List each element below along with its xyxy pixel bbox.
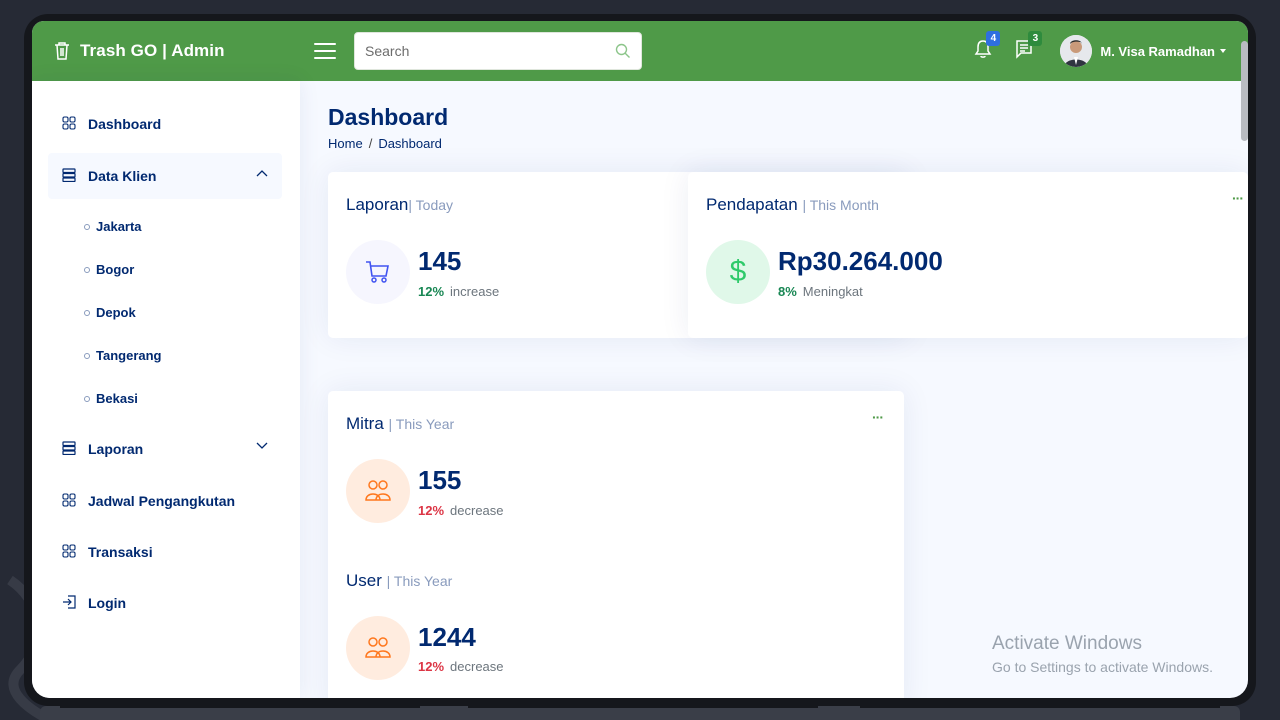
sidebar-item-login[interactable]: Login — [48, 580, 282, 626]
server-icon — [62, 441, 78, 457]
app-screen: Trash GO | Admin 4 3 — [32, 21, 1248, 698]
breadcrumb-current: Dashboard — [378, 136, 442, 151]
profile-name: M. Visa Ramadhan — [1100, 43, 1215, 59]
watermark-subtitle: Go to Settings to activate Windows. — [992, 659, 1213, 675]
bottom-strip — [40, 706, 1240, 720]
user-trend: decrease — [450, 659, 504, 674]
card-title-text: Pendapatan — [706, 195, 798, 214]
message-count-badge: 3 — [1028, 30, 1043, 46]
sidebar-item-dashboard[interactable]: Dashboard — [48, 101, 282, 147]
trash-logo-icon — [55, 42, 69, 60]
breadcrumb-home-link[interactable]: Home — [328, 136, 363, 151]
breadcrumb: Home / Dashboard — [328, 136, 442, 151]
search-bar — [354, 32, 642, 70]
sidebar-item-label: Login — [88, 595, 127, 611]
search-icon[interactable] — [615, 43, 631, 59]
header-actions: 4 3 M. Visa Ramadhan — [952, 30, 1226, 67]
grid-icon — [62, 544, 78, 560]
pendapatan-trend: Meningkat — [802, 284, 863, 299]
messages-button[interactable]: 3 — [1014, 30, 1043, 64]
sidebar-item-label: Jadwal Pengangkutan — [88, 493, 236, 509]
login-icon — [62, 595, 78, 611]
sidebar-subitem-label: Jakarta — [96, 219, 142, 234]
card-period: | This Month — [802, 197, 879, 213]
pendapatan-value: Rp30.264.000 — [778, 246, 943, 276]
sidebar: Dashboard Data Klien Jakarta Bogor Depok… — [32, 81, 300, 698]
laporan-value: 145 — [418, 246, 462, 276]
sidebar-item-data-klien[interactable]: Data Klien — [48, 153, 282, 199]
sidebar-subitem-label: Tangerang — [96, 348, 162, 363]
sidebar-subitem-jakarta[interactable]: Jakarta — [84, 219, 142, 234]
sidebar-item-jadwal-pengangkutan[interactable]: Jadwal Pengangkutan — [48, 478, 282, 524]
mitra-metric: 12% decrease — [418, 503, 504, 518]
laporan-trend: increase — [450, 284, 500, 299]
mitra-trend: decrease — [450, 503, 504, 518]
activate-windows-watermark: Activate Windows Go to Settings to activ… — [992, 633, 1213, 675]
menu-toggle-icon[interactable] — [314, 38, 336, 64]
people-icon — [346, 459, 410, 523]
laporan-percent: 12% — [418, 284, 445, 299]
more-options-icon[interactable]: ··· — [872, 409, 884, 425]
card-period: | Today — [408, 197, 454, 213]
mitra-value: 155 — [418, 465, 462, 495]
cart-icon — [346, 240, 410, 304]
circle-icon — [84, 352, 90, 359]
people-icon — [346, 616, 410, 680]
sidebar-item-label: Dashboard — [88, 116, 162, 132]
sidebar-subitem-bogor[interactable]: Bogor — [84, 262, 134, 277]
app-title: Trash GO | Admin — [80, 41, 225, 60]
user-metric: 12% decrease — [418, 659, 504, 674]
sidebar-item-label: Data Klien — [88, 168, 157, 184]
sidebar-subitem-label: Depok — [96, 305, 136, 320]
page-title: Dashboard — [328, 104, 449, 130]
mitra-title: Mitra | This Year — [346, 414, 454, 434]
notification-count-badge: 4 — [986, 30, 1001, 46]
mitra-percent: 12% — [418, 503, 445, 518]
brand-logo[interactable]: Trash GO | Admin — [52, 41, 312, 61]
sidebar-item-transaksi[interactable]: Transaksi — [48, 529, 282, 575]
grid-icon — [62, 493, 78, 509]
more-options-icon[interactable]: ··· — [1232, 190, 1244, 206]
sidebar-subitem-depok[interactable]: Depok — [84, 305, 136, 320]
user-title: User | This Year — [346, 571, 452, 591]
card-period: | This Year — [386, 573, 453, 589]
profile-dropdown[interactable]: M. Visa Ramadhan — [1060, 35, 1226, 67]
pendapatan-percent: 8% — [778, 284, 797, 299]
top-header: Trash GO | Admin 4 3 — [32, 21, 1248, 81]
caret-down-icon — [1220, 49, 1226, 53]
pendapatan-card: Pendapatan | This Month ··· $ Rp30.264.0… — [688, 172, 1248, 338]
laporan-metric: 12% increase — [418, 284, 499, 299]
avatar — [1060, 35, 1093, 67]
watermark-title: Activate Windows — [992, 633, 1142, 654]
sidebar-item-laporan[interactable]: Laporan — [48, 426, 282, 472]
search-input[interactable] — [365, 43, 615, 59]
sidebar-subitem-bekasi[interactable]: Bekasi — [84, 391, 138, 406]
sidebar-subitem-tangerang[interactable]: Tangerang — [84, 348, 162, 363]
circle-icon — [84, 266, 90, 273]
circle-icon — [84, 309, 90, 316]
circle-icon — [84, 223, 90, 230]
card-title-text: User — [346, 571, 382, 590]
card-title: Pendapatan | This Month — [706, 195, 879, 215]
chevron-up-icon — [256, 170, 268, 177]
user-percent: 12% — [418, 659, 445, 674]
dollar-icon: $ — [706, 240, 770, 304]
card-title-text: Laporan — [346, 195, 409, 214]
user-value: 1244 — [418, 622, 476, 652]
server-icon — [62, 168, 78, 184]
sidebar-item-label: Transaksi — [88, 544, 153, 560]
chevron-down-icon — [256, 442, 268, 449]
circle-icon — [84, 395, 90, 402]
card-title: Laporan| Today — [346, 195, 453, 215]
pendapatan-metric: 8% Meningkat — [778, 284, 863, 299]
card-period: | This Year — [388, 416, 455, 432]
grid-icon — [62, 116, 78, 132]
sidebar-subitem-label: Bekasi — [96, 391, 138, 406]
sidebar-subitem-label: Bogor — [96, 262, 135, 277]
sidebar-item-label: Laporan — [88, 441, 144, 457]
card-title-text: Mitra — [346, 414, 384, 433]
notifications-button[interactable]: 4 — [974, 30, 1001, 64]
mitra-user-card: ··· Mitra | This Year 155 12% decrease Us… — [328, 391, 904, 698]
page-scrollbar[interactable] — [1241, 41, 1248, 141]
